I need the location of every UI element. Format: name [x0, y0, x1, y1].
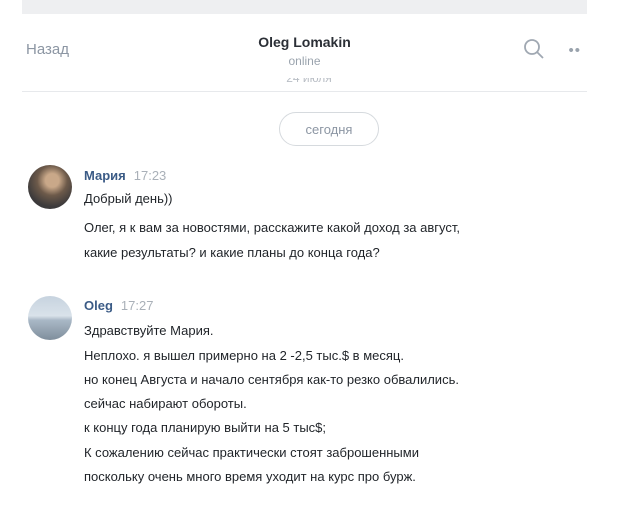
online-status: online — [288, 54, 321, 68]
avatar[interactable] — [28, 165, 72, 209]
message-time: 17:23 — [133, 168, 167, 183]
avatar[interactable] — [28, 296, 72, 340]
message-author[interactable]: Мария 17:23 — [84, 168, 166, 183]
more-icon[interactable]: •• — [568, 42, 581, 59]
message-line: Здравствуйте Мария. — [84, 323, 214, 338]
author-name[interactable]: Мария — [84, 168, 126, 183]
author-name[interactable]: Oleg — [84, 298, 113, 313]
chat-title[interactable]: Oleg Lomakin — [22, 34, 587, 50]
today-date-pill: сегодня — [279, 112, 379, 146]
message-line: какие результаты? и какие планы до конца… — [84, 245, 380, 260]
message-line: но конец Августа и начало сентября как-т… — [84, 372, 459, 387]
message-line: поскольку очень много время уходит на ку… — [84, 469, 416, 484]
header-divider — [22, 91, 587, 92]
message-line: к концу года планирую выйти на 5 тыс$; — [84, 420, 327, 435]
search-icon[interactable] — [523, 38, 545, 60]
message-line: К сожалению сейчас практически стоят заб… — [84, 445, 419, 460]
message-time: 17:27 — [120, 298, 154, 313]
message-line: Олег, я к вам за новостями, расскажите к… — [84, 220, 461, 235]
message-line: Добрый день)) — [84, 191, 173, 206]
previous-date-label: 24 июля — [286, 78, 332, 85]
message-line: сейчас набирают обороты. — [84, 396, 247, 411]
message-line: Неплохо. я вышел примерно на 2 -2,5 тыс.… — [84, 348, 404, 363]
chat-header: Назад Oleg Lomakin online •• — [22, 14, 587, 76]
top-strip — [22, 0, 587, 14]
message-author[interactable]: Oleg 17:27 — [84, 298, 153, 313]
